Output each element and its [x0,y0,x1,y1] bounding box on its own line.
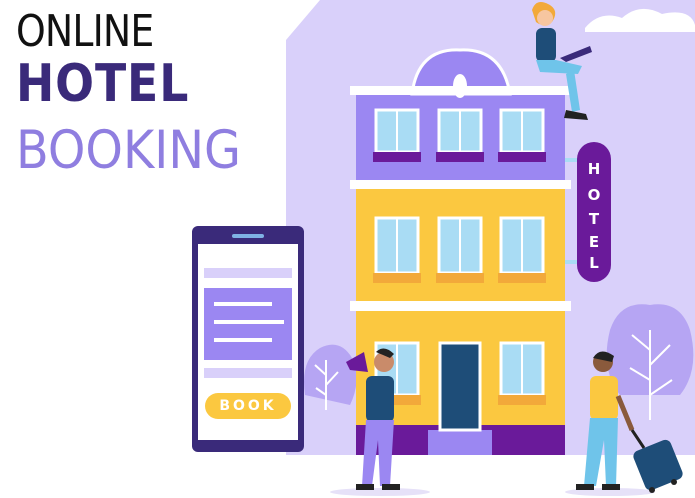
hotel-door [438,341,482,432]
sign-letter: H [588,160,601,178]
windows-top [373,108,546,162]
sign-letter: O [588,186,601,204]
sign-letter: E [589,233,599,251]
sign-letter: T [589,210,600,228]
book-button[interactable]: BOOK [205,393,291,419]
sign-letter: L [589,254,599,272]
windows-middle [373,216,546,283]
headline-online: ONLINE [16,6,154,57]
headline-hotel: HOTEL [16,54,190,114]
headline-booking: BOOKING [16,120,241,181]
